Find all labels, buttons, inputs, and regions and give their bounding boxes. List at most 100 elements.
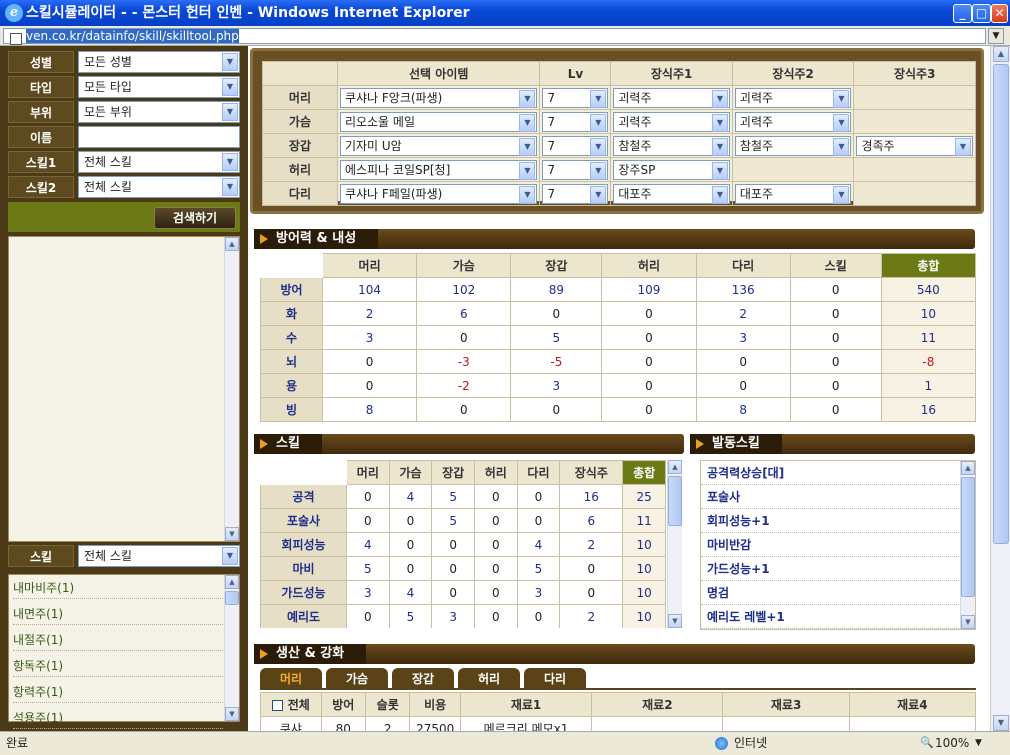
table-cell: 10	[622, 532, 666, 557]
skill-list-item[interactable]: 내면주(1)	[13, 603, 223, 625]
production-tab[interactable]: 다리	[524, 668, 586, 690]
zoom-dropdown-icon[interactable]: ▼	[975, 732, 982, 754]
chevron-down-icon[interactable]: ▼	[222, 153, 238, 171]
skill-list-scrollbar[interactable]: ▲ ▼	[224, 575, 239, 721]
production-tab[interactable]: 가슴	[326, 668, 388, 690]
scroll-thumb[interactable]	[668, 476, 682, 526]
close-button[interactable]: ✕	[991, 4, 1008, 23]
active-skill-scrollbar[interactable]: ▲ ▼	[960, 461, 975, 629]
zoom-level[interactable]: 100%	[935, 732, 969, 754]
scroll-thumb[interactable]	[961, 477, 975, 597]
scroll-down-icon[interactable]: ▼	[961, 615, 975, 629]
filter-select[interactable]: 전체 스킬 ▼	[78, 151, 240, 173]
item-select[interactable]: 에스피나 코일SP[청] ▼	[339, 159, 538, 180]
level-select[interactable]: 7 ▼	[542, 135, 609, 156]
chevron-down-icon[interactable]: ▼	[519, 89, 536, 108]
filter-select[interactable]: 모든 타입 ▼	[78, 76, 240, 98]
chevron-down-icon[interactable]: ▼	[590, 113, 607, 132]
chevron-down-icon[interactable]: ▼	[222, 53, 238, 71]
page-scroll-thumb[interactable]	[993, 64, 1009, 544]
production-tab[interactable]: 장갑	[392, 668, 454, 690]
scroll-down-icon[interactable]: ▼	[225, 707, 239, 721]
item-select[interactable]: 쿠샤나 F페일(파생) ▼	[339, 183, 538, 204]
search-button[interactable]: 검색하기	[154, 207, 236, 229]
item-select[interactable]: 기자미 U암 ▼	[339, 135, 538, 156]
equipment-cell: 괴력주 ▼	[610, 109, 733, 134]
filter-select[interactable]: 모든 부위 ▼	[78, 101, 240, 123]
scroll-up-icon[interactable]: ▲	[225, 237, 239, 251]
skill-table-scrollbar[interactable]: ▲ ▼	[667, 460, 682, 628]
chevron-down-icon[interactable]: ▼	[222, 78, 238, 96]
chevron-down-icon[interactable]: ▼	[222, 178, 238, 196]
decoration-select[interactable]: 경족주 ▼	[856, 135, 973, 156]
scroll-up-icon[interactable]: ▲	[225, 575, 239, 589]
level-select[interactable]: 7 ▼	[542, 183, 609, 204]
chevron-down-icon[interactable]: ▼	[711, 89, 728, 108]
chevron-down-icon[interactable]: ▼	[833, 89, 850, 108]
chevron-down-icon[interactable]: ▼	[519, 185, 536, 204]
decoration-select[interactable]: 참철주 ▼	[613, 135, 730, 156]
chevron-down-icon[interactable]: ▼	[222, 103, 238, 121]
header-cell: 방어	[320, 692, 367, 717]
select-value: 에스피나 코일SP[청]	[344, 162, 451, 177]
name-input[interactable]	[78, 126, 240, 148]
chevron-down-icon[interactable]: ▼	[222, 547, 238, 565]
chevron-down-icon[interactable]: ▼	[519, 161, 536, 180]
chevron-down-icon[interactable]: ▼	[833, 113, 850, 132]
chevron-down-icon[interactable]: ▼	[590, 89, 607, 108]
chevron-down-icon[interactable]: ▼	[590, 137, 607, 156]
chevron-down-icon[interactable]: ▼	[833, 185, 850, 204]
chevron-down-icon[interactable]: ▼	[955, 137, 971, 156]
maximize-button[interactable]: □	[972, 4, 991, 23]
scroll-down-icon[interactable]: ▼	[668, 614, 682, 628]
chevron-down-icon[interactable]: ▼	[711, 185, 728, 204]
scroll-up-icon[interactable]: ▲	[993, 46, 1009, 62]
skill-list-item[interactable]: 석용주(1)	[13, 707, 223, 729]
select-value: 7	[547, 90, 556, 105]
skill-list-item[interactable]: 내마비주(1)	[13, 577, 223, 599]
level-select[interactable]: 7 ▼	[542, 111, 609, 132]
level-select[interactable]: 7 ▼	[542, 87, 609, 108]
skill-list-item[interactable]: 항력주(1)	[13, 681, 223, 703]
scroll-thumb[interactable]	[225, 591, 239, 605]
scroll-up-icon[interactable]: ▲	[668, 460, 682, 474]
select-all-checkbox[interactable]	[271, 700, 283, 711]
skill-list-item[interactable]: 내절주(1)	[13, 629, 223, 651]
skill-filter-select[interactable]: 전체 스킬 ▼	[78, 545, 240, 567]
equipment-cell: 7 ▼	[539, 157, 612, 182]
address-dropdown-icon[interactable]: ▼	[988, 28, 1004, 44]
chevron-down-icon[interactable]: ▼	[711, 161, 728, 180]
chevron-down-icon[interactable]: ▼	[519, 113, 536, 132]
result-scrollbar[interactable]: ▲ ▼	[224, 237, 239, 541]
chevron-down-icon[interactable]: ▼	[833, 137, 850, 156]
decoration-select[interactable]: 괴력주 ▼	[613, 87, 730, 108]
decoration-select[interactable]: 대포주 ▼	[613, 183, 730, 204]
skill-list-item[interactable]: 항독주(1)	[13, 655, 223, 677]
url-input[interactable]: ven.co.kr/datainfo/skill/skilltool.php	[3, 28, 986, 45]
production-tab[interactable]: 머리	[260, 668, 322, 690]
decoration-select[interactable]: 장주SP ▼	[613, 159, 730, 180]
chevron-down-icon[interactable]: ▼	[519, 137, 536, 156]
scroll-down-icon[interactable]: ▼	[993, 715, 1009, 731]
chevron-down-icon[interactable]: ▼	[711, 137, 728, 156]
chevron-down-icon[interactable]: ▼	[590, 161, 607, 180]
chevron-down-icon[interactable]: ▼	[590, 185, 607, 204]
scroll-up-icon[interactable]: ▲	[961, 461, 975, 475]
scroll-down-icon[interactable]: ▼	[225, 527, 239, 541]
page-scrollbar[interactable]: ▲ ▼	[990, 46, 1010, 731]
decoration-select[interactable]: 괴력주 ▼	[734, 111, 852, 132]
item-select[interactable]: 리오소울 메일 ▼	[339, 111, 538, 132]
decoration-select[interactable]: 참철주 ▼	[734, 135, 852, 156]
header-cell: 다리	[516, 460, 561, 485]
decoration-select[interactable]: 괴력주 ▼	[734, 87, 852, 108]
decoration-select[interactable]: 대포주 ▼	[734, 183, 852, 204]
decoration-select[interactable]: 괴력주 ▼	[613, 111, 730, 132]
production-tab[interactable]: 허리	[458, 668, 520, 690]
filter-select[interactable]: 전체 스킬 ▼	[78, 176, 240, 198]
table-cell: 109	[601, 277, 697, 302]
chevron-down-icon[interactable]: ▼	[711, 113, 728, 132]
item-select[interactable]: 쿠샤나 F앙크(파생) ▼	[339, 87, 538, 108]
level-select[interactable]: 7 ▼	[542, 159, 609, 180]
minimize-button[interactable]: _	[953, 4, 972, 23]
filter-select[interactable]: 모든 성별 ▼	[78, 51, 240, 73]
